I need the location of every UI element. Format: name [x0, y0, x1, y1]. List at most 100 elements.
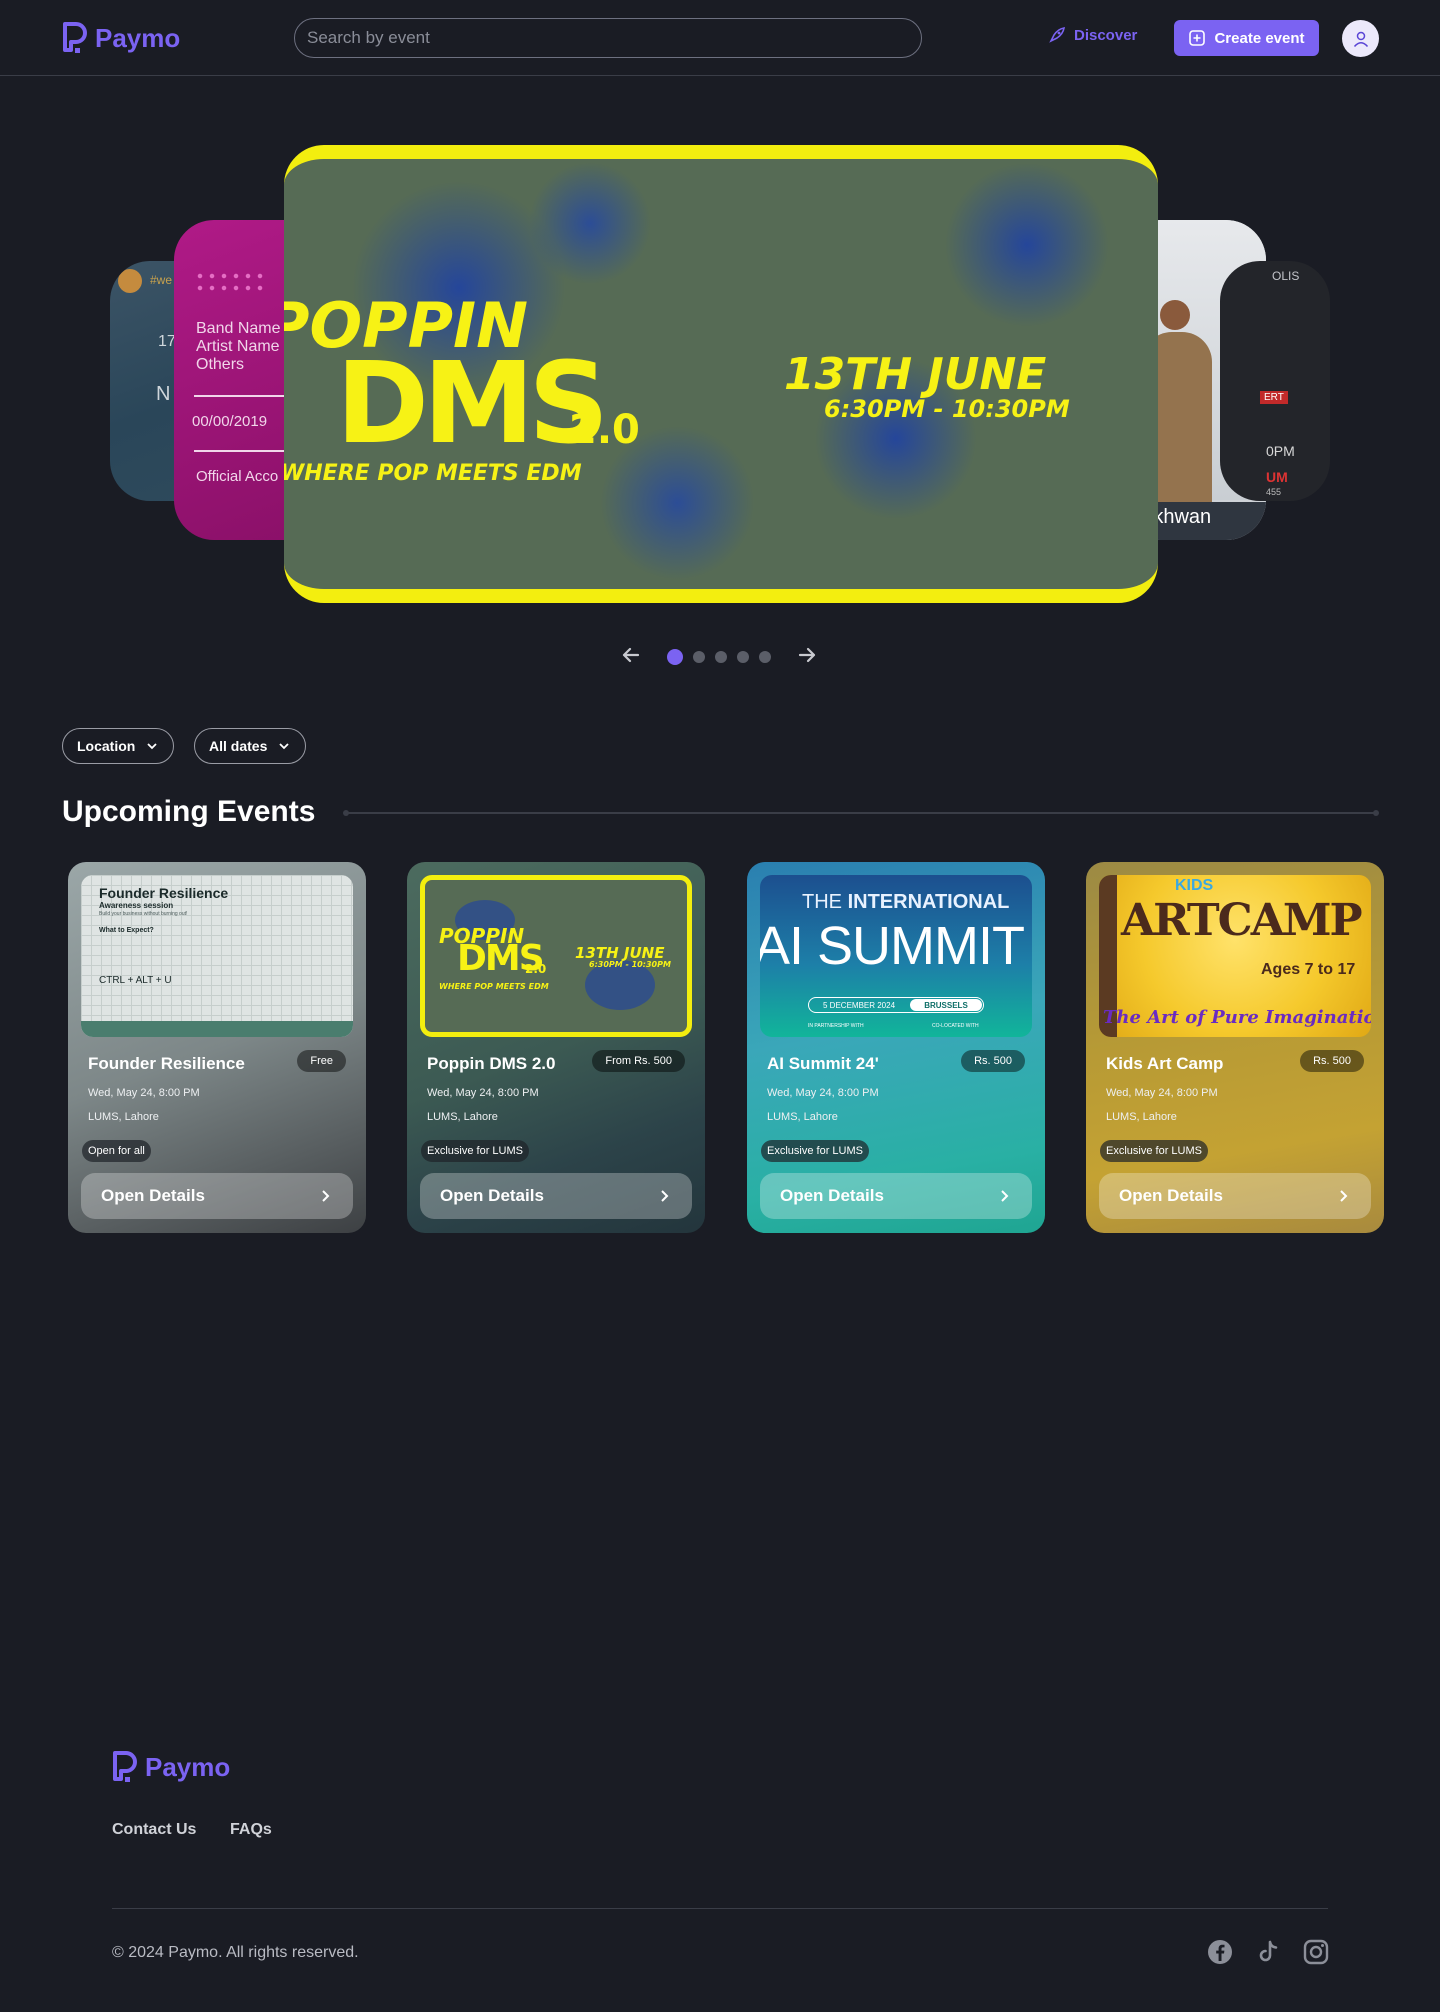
event-title: Founder Resilience [88, 1054, 245, 1073]
carousel-dot[interactable] [693, 651, 705, 663]
poster-date: 13TH JUNE [784, 349, 1047, 400]
date-filter-label: All dates [209, 738, 268, 754]
copyright-text: © 2024 Paymo. All rights reserved. [112, 1944, 359, 1961]
poster-intl: INTERNATIONAL [847, 891, 1010, 913]
poster-ages: Ages 7 to 17 [1261, 961, 1356, 978]
price-badge: From Rs. 500 [592, 1050, 685, 1072]
event-card[interactable]: KIDS ARTCAMP Ages 7 to 17 The Art of Pur… [1086, 862, 1384, 1233]
footer-logo[interactable]: Paymo [111, 1749, 230, 1785]
event-card[interactable]: Founder Resilience Awareness session Bui… [68, 862, 366, 1233]
poster-bar [81, 1021, 353, 1037]
discover-link[interactable]: Discover [1048, 26, 1137, 44]
footer-brand-name: Paymo [145, 1751, 231, 1782]
poster-expect: What to Expect? [99, 927, 154, 934]
open-details-label: Open Details [440, 1186, 544, 1205]
create-event-label: Create event [1214, 29, 1305, 47]
poster-brand: CTRL + ALT + U [99, 975, 172, 986]
event-location: LUMS, Lahore [427, 1111, 498, 1123]
carousel-dot[interactable] [667, 649, 683, 665]
event-poster: POPPIN DMS 2.0 WHERE POP MEETS EDM 13TH … [420, 875, 692, 1037]
instagram-icon[interactable] [1302, 1938, 1330, 1966]
chevron-down-icon [147, 743, 157, 750]
tiktok-icon[interactable] [1254, 1938, 1282, 1966]
open-details-label: Open Details [1119, 1186, 1223, 1205]
poster-small: 455 [1266, 487, 1282, 497]
poster-time: 6:30PM - 10:30PM [589, 960, 671, 969]
poster-time: 0PM [1266, 443, 1295, 459]
section-divider [343, 810, 1379, 816]
open-details-button[interactable]: Open Details [1099, 1173, 1371, 1219]
poster-colocated: CO-LOCATED WITH [932, 1023, 979, 1029]
carousel-prev-button[interactable] [620, 644, 642, 672]
footer-divider [112, 1908, 1328, 1909]
access-badge: Exclusive for LUMS [761, 1140, 869, 1162]
carousel-dot[interactable] [737, 651, 749, 663]
event-datetime: Wed, May 24, 8:00 PM [767, 1087, 879, 1099]
chevron-right-icon [661, 1190, 669, 1202]
poster-version: 2.0 [569, 407, 640, 453]
create-event-button[interactable]: Create event [1174, 20, 1319, 56]
poster-badge [118, 269, 142, 293]
brand-logo[interactable]: Paymo [61, 20, 180, 56]
event-datetime: Wed, May 24, 8:00 PM [88, 1087, 200, 1099]
date-filter[interactable]: All dates [194, 728, 307, 764]
event-location: LUMS, Lahore [88, 1111, 159, 1123]
contact-us-link[interactable]: Contact Us [112, 1821, 196, 1839]
poster-band: Band Name [196, 320, 281, 337]
poster-main: AI SUMMIT 24 [760, 916, 1032, 976]
open-details-button[interactable]: Open Details [760, 1173, 1032, 1219]
chevron-right-icon [322, 1190, 330, 1202]
user-icon [1353, 31, 1368, 47]
chevron-right-icon [1001, 1190, 1009, 1202]
event-title: AI Summit 24' [767, 1054, 879, 1073]
user-avatar[interactable] [1342, 20, 1379, 57]
arrow-right-icon [798, 647, 816, 663]
event-datetime: Wed, May 24, 8:00 PM [1106, 1087, 1218, 1099]
event-datetime: Wed, May 24, 8:00 PM [427, 1087, 539, 1099]
open-details-button[interactable]: Open Details [81, 1173, 353, 1219]
poster-main: ARTCAMP [1121, 895, 1363, 946]
poster-kids: KIDS [1175, 877, 1214, 894]
poster-letter: N [156, 383, 171, 405]
event-card[interactable]: THE INTERNATIONAL AI SUMMIT 24 5 DECEMBE… [747, 862, 1045, 1233]
poster-artist: Artist Name [196, 338, 280, 355]
paymo-logo-icon [113, 1751, 137, 1782]
carousel-slide-main[interactable]: POPPIN DMS 2.0 WHERE POP MEETS EDM 13TH … [284, 145, 1158, 603]
poster-tag: #we [150, 273, 173, 287]
access-badge: Exclusive for LUMS [421, 1140, 529, 1162]
event-card[interactable]: POPPIN DMS 2.0 WHERE POP MEETS EDM 13TH … [407, 862, 705, 1233]
search-input[interactable] [294, 18, 922, 58]
poster-lineup: Band Name Artist Name Others [196, 320, 281, 374]
open-details-label: Open Details [101, 1186, 205, 1205]
access-badge: Open for all [82, 1140, 151, 1162]
open-details-button[interactable]: Open Details [420, 1173, 692, 1219]
arrow-left-icon [622, 647, 640, 663]
poster-tagline: WHERE POP MEETS EDM [439, 982, 549, 991]
poster-line2: DMS [336, 339, 609, 469]
poster-version: 2.0 [525, 962, 547, 976]
carousel-next-button[interactable] [796, 644, 818, 672]
paymo-logo-icon [63, 22, 87, 53]
price-badge: Rs. 500 [1300, 1050, 1364, 1072]
rocket-icon [1049, 27, 1065, 43]
access-badge: Exclusive for LUMS [1100, 1140, 1208, 1162]
faqs-link[interactable]: FAQs [230, 1821, 272, 1839]
discover-label: Discover [1074, 26, 1138, 44]
open-details-label: Open Details [780, 1186, 884, 1205]
poster-top: OLIS [1272, 269, 1300, 283]
event-poster: THE INTERNATIONAL AI SUMMIT 24 5 DECEMBE… [760, 875, 1032, 1037]
carousel-dots [667, 649, 771, 665]
poster-pre: THE [802, 891, 842, 913]
facebook-icon[interactable] [1206, 1938, 1234, 1966]
carousel-dot[interactable] [715, 651, 727, 663]
carousel-slide-far-right[interactable]: OLIS ERT 0PM UM 455 [1220, 261, 1330, 501]
poster-sub: Awareness session [99, 901, 174, 910]
event-title: Poppin DMS 2.0 [427, 1054, 556, 1073]
event-location: LUMS, Lahore [1106, 1111, 1177, 1123]
featured-carousel: #we 17 N Band Name Artist Name Others 00… [0, 130, 1440, 690]
carousel-dot[interactable] [759, 651, 771, 663]
event-title: Kids Art Camp [1106, 1054, 1224, 1073]
location-filter[interactable]: Location [62, 728, 175, 764]
poster-partner: IN PARTNERSHIP WITH [808, 1023, 864, 1029]
location-filter-label: Location [77, 738, 136, 754]
